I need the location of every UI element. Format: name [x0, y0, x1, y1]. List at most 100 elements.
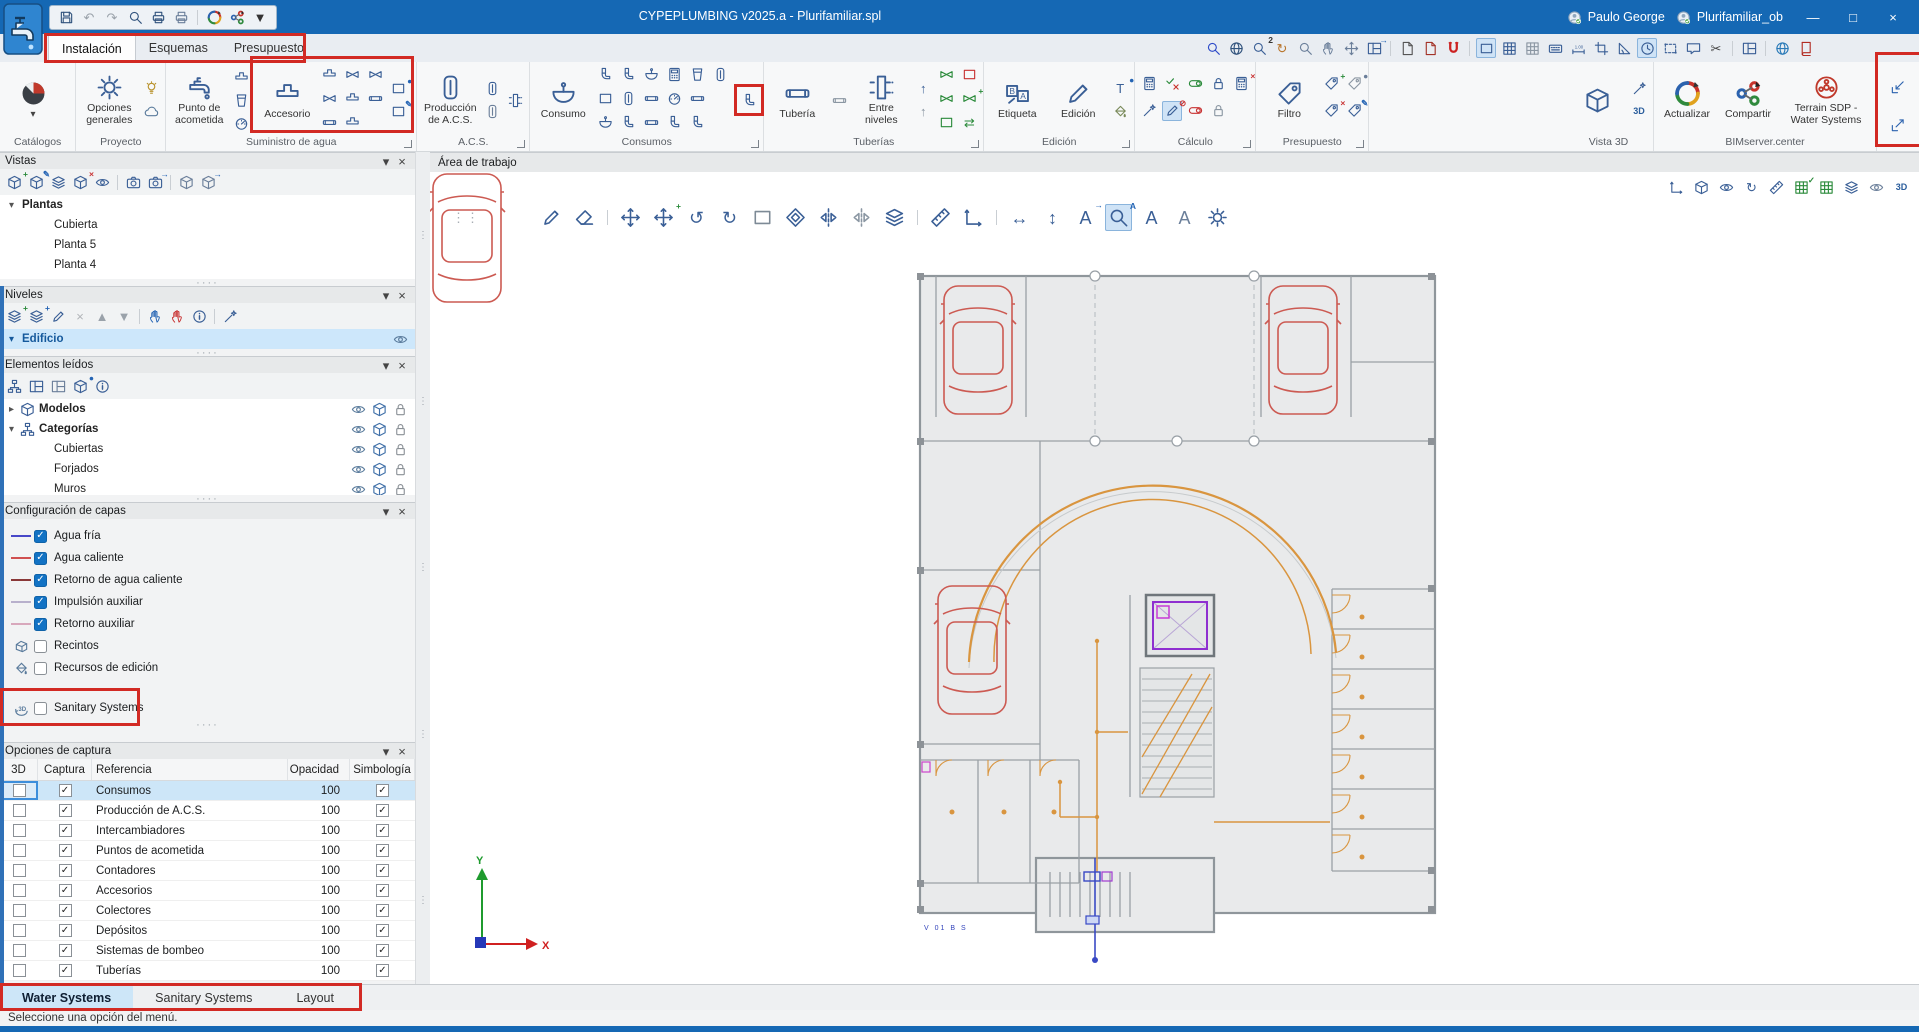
bottom-tab-layout[interactable]: Layout [274, 985, 356, 1011]
capture-row-puntos-de-acometida[interactable]: ✓Puntos de acometida100✓ [0, 841, 415, 861]
compartir-button[interactable]: Compartir [1719, 78, 1777, 123]
cut-icon[interactable]: ✂ [1706, 38, 1726, 58]
capture-checkbox-colectores[interactable]: ✓ [59, 904, 72, 917]
elbow-fitting-icon[interactable] [342, 89, 362, 109]
edicion-button[interactable]: Edición [1049, 78, 1107, 123]
capture-checkbox-accesorios[interactable]: ✓ [59, 884, 72, 897]
angle-snap-icon[interactable] [1614, 38, 1634, 58]
dialog-launcher-icon[interactable] [404, 140, 412, 148]
visibility-icon[interactable] [350, 461, 367, 478]
application-button[interactable] [3, 3, 43, 55]
bim3d-web-icon[interactable] [1772, 38, 1792, 58]
water-tank-icon[interactable] [231, 90, 251, 110]
3d-section-icon[interactable]: 3D [1629, 102, 1649, 122]
catalogos-button[interactable]: ▾ [4, 78, 62, 122]
collapse-panel-icon[interactable]: ▾ [378, 743, 394, 759]
expand-icon[interactable]: ▸ [4, 404, 19, 415]
rotate-ccw-icon[interactable]: ↺ [683, 204, 710, 231]
washbasin-icon[interactable] [641, 65, 661, 85]
match-properties-icon[interactable] [782, 204, 809, 231]
3d-checkbox-tuber-as[interactable] [13, 964, 26, 977]
actualizar-button[interactable]: Actualizar [1658, 78, 1716, 123]
snapshot-icon[interactable] [123, 172, 143, 192]
close-panel-icon[interactable]: × [394, 357, 410, 373]
export-bim-model-icon[interactable] [1887, 116, 1907, 136]
terrain-sdp-button[interactable]: Terrain SDP - Water Systems [1780, 72, 1872, 129]
panel-resize-handle[interactable]: ···· [0, 279, 415, 286]
move-tool-icon[interactable] [617, 204, 644, 231]
magic-update-icon[interactable] [1139, 101, 1159, 121]
annotation-icon[interactable] [1683, 38, 1703, 58]
dialog-launcher-icon[interactable] [1356, 140, 1364, 148]
level-visibility-icon[interactable] [392, 331, 409, 348]
view-filter-icon[interactable]: ● [1344, 74, 1364, 94]
3d-checkbox-puntos-de-acometida[interactable] [13, 844, 26, 857]
shutoff-valve-icon[interactable] [936, 65, 956, 85]
snap-magnet-icon[interactable] [1443, 38, 1463, 58]
undo-icon[interactable]: ↶ [79, 8, 99, 28]
close-panel-icon[interactable]: × [394, 503, 410, 519]
capture-row-sistemas-de-bombeo[interactable]: ✓Sistemas de bombeo100✓ [0, 941, 415, 961]
3d-box-icon[interactable] [371, 441, 388, 458]
panel-resize-handle[interactable]: ···· [0, 721, 415, 728]
pipe-junction-icon[interactable] [231, 67, 251, 87]
panel-resize-handle[interactable]: ···· [0, 495, 415, 502]
symbology-checkbox-accesorios[interactable]: ✓ [376, 884, 389, 897]
window-layout-icon[interactable] [1739, 38, 1759, 58]
bimserver-sync-icon[interactable] [204, 8, 224, 28]
view-3d-icon[interactable]: 3D [1892, 178, 1911, 197]
measure-icon[interactable] [927, 204, 954, 231]
urinal-icon[interactable] [687, 65, 707, 85]
tuberia-button[interactable]: Tubería [768, 78, 826, 123]
check-results-icon[interactable] [1162, 74, 1182, 94]
tree-item-categor-as[interactable]: ▾Categorías [0, 419, 415, 439]
collapse-icon[interactable]: ▾ [4, 334, 19, 345]
tree-item-planta-4[interactable]: Planta 4 [0, 255, 415, 275]
view-visibility-icon[interactable] [92, 172, 112, 192]
close-panel-icon[interactable]: × [394, 743, 410, 759]
minimize-button[interactable]: — [1793, 2, 1833, 32]
dialog-launcher-icon[interactable] [751, 140, 759, 148]
layer-checkbox-retorno-auxiliar[interactable]: ✓ [34, 618, 47, 631]
help-book-icon[interactable] [1795, 38, 1815, 58]
lock-icon[interactable] [392, 441, 409, 458]
tree-structure-icon[interactable] [4, 376, 24, 396]
zoom-search-icon[interactable] [125, 8, 145, 28]
toggle-systems-icon[interactable] [1185, 101, 1205, 121]
zoom-selection-icon[interactable] [1203, 38, 1223, 58]
ribbon-tab-presupuesto[interactable]: Presupuesto [221, 34, 317, 62]
edit-level-icon[interactable] [48, 306, 68, 326]
heat-exchanger-icon[interactable] [505, 90, 525, 110]
lock-results-icon[interactable] [1208, 74, 1228, 94]
mirror-copy-icon[interactable] [815, 204, 842, 231]
crop-view-icon[interactable] [1591, 38, 1611, 58]
delete-results-icon[interactable]: × [1231, 74, 1251, 94]
bimserver-share-icon[interactable] [227, 8, 247, 28]
ribbon-tab-instalaci-n[interactable]: Instalación [48, 34, 136, 62]
dxf-dwg-export-icon[interactable] [1420, 38, 1440, 58]
3d-checkbox-intercambiadores[interactable] [13, 824, 26, 837]
coordinate-system-icon[interactable] [1667, 178, 1686, 197]
symbology-checkbox-puntos-de-acometida[interactable]: ✓ [376, 844, 389, 857]
tree-item-forjados[interactable]: Forjados [0, 459, 415, 479]
text-size-icon[interactable]: A [1138, 204, 1165, 231]
ortho-mode-icon[interactable] [1476, 38, 1496, 58]
dialog-launcher-icon[interactable] [1122, 140, 1130, 148]
accesorio-button[interactable]: Accesorio [258, 78, 316, 123]
produccion-acs-button[interactable]: Producción de A.C.S. [421, 72, 479, 129]
reference-axes-icon[interactable] [960, 204, 987, 231]
tee-fitting-icon[interactable] [342, 113, 362, 133]
layer-checkbox-recursos-de-edici-n[interactable] [34, 662, 47, 675]
move-up-icon[interactable]: ▲ [92, 306, 112, 326]
small-water-heater-icon[interactable] [482, 79, 502, 99]
edit-tool-icon[interactable] [538, 204, 565, 231]
layer-visibility-icon[interactable] [1842, 178, 1861, 197]
lighting-tip-icon[interactable] [141, 79, 161, 99]
capture-row-consumos[interactable]: ✓Consumos100✓ [0, 781, 415, 801]
unassign-hand-icon[interactable] [167, 306, 187, 326]
capture-checkbox-sistemas-de-bombeo[interactable]: ✓ [59, 944, 72, 957]
layer-checkbox-agua-caliente[interactable]: ✓ [34, 552, 47, 565]
collapse-panel-icon[interactable]: ▾ [378, 287, 394, 303]
capture-row-contadores[interactable]: ✓Contadores100✓ [0, 861, 415, 881]
stretch-h-icon[interactable]: ↔ [1006, 204, 1033, 231]
